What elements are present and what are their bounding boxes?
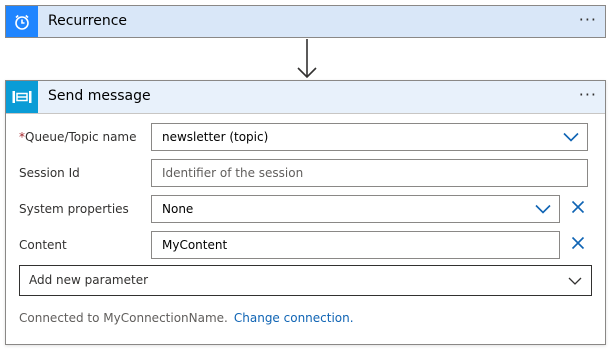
alarm-clock-icon [6, 6, 38, 37]
chevron-down-icon[interactable] [563, 132, 579, 142]
content-input[interactable]: MyContent [151, 231, 560, 259]
send-message-title: Send message [48, 88, 151, 104]
remove-content-icon[interactable] [571, 236, 585, 250]
chevron-down-icon[interactable] [535, 204, 551, 214]
system-properties-value: None [162, 202, 194, 216]
session-id-input[interactable]: Identifier of the session [151, 159, 588, 187]
service-bus-icon [6, 81, 38, 113]
change-connection-link[interactable]: Change connection. [234, 311, 354, 325]
send-message-header[interactable]: Send message ··· [6, 81, 605, 114]
add-new-parameter-label: Add new parameter [29, 273, 149, 287]
content-value: MyContent [162, 238, 228, 252]
system-properties-dropdown[interactable]: None [151, 195, 560, 223]
recurrence-more-button[interactable]: ··· [579, 6, 597, 37]
recurrence-card[interactable]: Recurrence ··· [5, 5, 606, 38]
chevron-down-icon[interactable] [567, 276, 583, 286]
queue-topic-dropdown[interactable]: newsletter (topic) [151, 123, 588, 151]
queue-topic-label: *Queue/Topic name [19, 129, 137, 145]
recurrence-title: Recurrence [48, 13, 128, 29]
queue-topic-value: newsletter (topic) [162, 130, 269, 144]
send-message-card: Send message ··· *Queue/Topic name newsl… [5, 80, 606, 345]
add-new-parameter-dropdown[interactable]: Add new parameter [19, 265, 592, 296]
send-message-more-button[interactable]: ··· [579, 81, 597, 112]
remove-system-properties-icon[interactable] [571, 200, 585, 214]
system-properties-label: System properties [19, 202, 129, 216]
connector-arrow-icon [297, 39, 317, 79]
content-label: Content [19, 238, 67, 252]
connection-footer: Connected to MyConnectionName. Change con… [19, 310, 354, 326]
session-id-placeholder: Identifier of the session [162, 166, 304, 180]
queue-topic-label-text: Queue/Topic name [25, 130, 137, 144]
session-id-label: Session Id [19, 166, 80, 180]
connected-text: Connected to MyConnectionName. [19, 311, 228, 325]
